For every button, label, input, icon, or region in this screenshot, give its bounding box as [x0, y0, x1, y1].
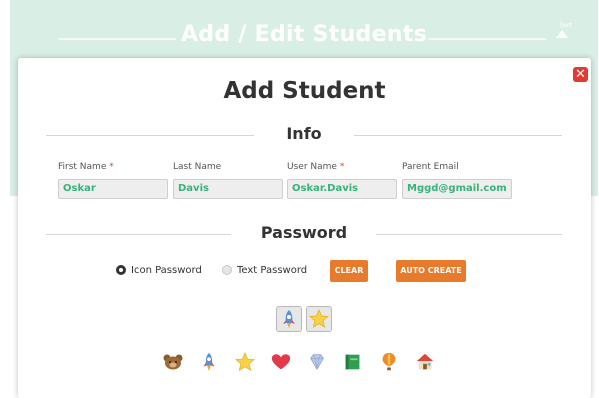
text-password-radio[interactable]: Text Password: [222, 264, 307, 278]
password-section-heading: Password: [46, 223, 562, 245]
choice-house[interactable]: [414, 351, 436, 373]
page-title: Add / Edit Students: [180, 22, 428, 47]
divider: [428, 38, 546, 40]
sort-label: Sort: [559, 22, 572, 29]
selected-star-icon[interactable]: [306, 306, 332, 332]
last-name-input[interactable]: [173, 178, 283, 199]
password-heading: Password: [260, 223, 348, 242]
sort-arrow-icon[interactable]: [556, 30, 568, 38]
first-name-input[interactable]: [58, 178, 168, 199]
choice-rocket[interactable]: [198, 351, 220, 373]
add-student-modal: ✕ Add Student Info First Name * Last Nam…: [18, 58, 591, 398]
star-icon: [234, 351, 256, 372]
user-name-label: User Name *: [287, 162, 345, 172]
choice-balloon[interactable]: [378, 351, 400, 373]
rocket-icon: [203, 352, 215, 372]
balloon-icon: [382, 352, 396, 371]
choice-heart[interactable]: [270, 351, 292, 373]
choice-star[interactable]: [234, 351, 256, 373]
last-name-field: Last Name: [173, 162, 283, 199]
page-header: Add / Edit Students Sort: [10, 20, 598, 56]
modal-title: Add Student: [223, 78, 386, 104]
diamond-icon: [310, 354, 324, 371]
first-name-field: First Name *: [58, 162, 168, 199]
first-name-label: First Name *: [58, 162, 114, 172]
heart-icon: [271, 354, 291, 370]
divider: [354, 135, 562, 136]
parent-email-label: Parent Email: [402, 162, 459, 172]
clear-button[interactable]: CLEAR: [330, 260, 368, 282]
icon-password-label: Icon Password: [131, 265, 202, 276]
house-icon: [416, 353, 434, 370]
auto-create-button[interactable]: AUTO CREATE: [396, 260, 466, 282]
selected-rocket-icon[interactable]: [276, 306, 302, 332]
user-name-input[interactable]: [287, 178, 397, 199]
parent-email-field: Parent Email: [402, 162, 512, 199]
bear-icon: [163, 354, 183, 370]
book-icon: [345, 354, 360, 370]
last-name-label: Last Name: [173, 162, 222, 172]
text-password-label: Text Password: [237, 265, 308, 276]
user-name-field: User Name *: [287, 162, 397, 199]
star-icon: [308, 308, 330, 328]
icon-password-radio[interactable]: Icon Password: [116, 264, 202, 278]
radio-unselected-icon: [222, 265, 232, 275]
choice-book[interactable]: [342, 351, 364, 373]
rocket-icon: [283, 310, 295, 328]
divider: [376, 234, 562, 235]
parent-email-input[interactable]: [402, 178, 512, 199]
info-heading: Info: [286, 124, 322, 143]
radio-selected-icon: [116, 265, 126, 275]
choice-diamond[interactable]: [306, 351, 328, 373]
choice-bear[interactable]: [162, 351, 184, 373]
info-section-heading: Info: [46, 124, 562, 146]
